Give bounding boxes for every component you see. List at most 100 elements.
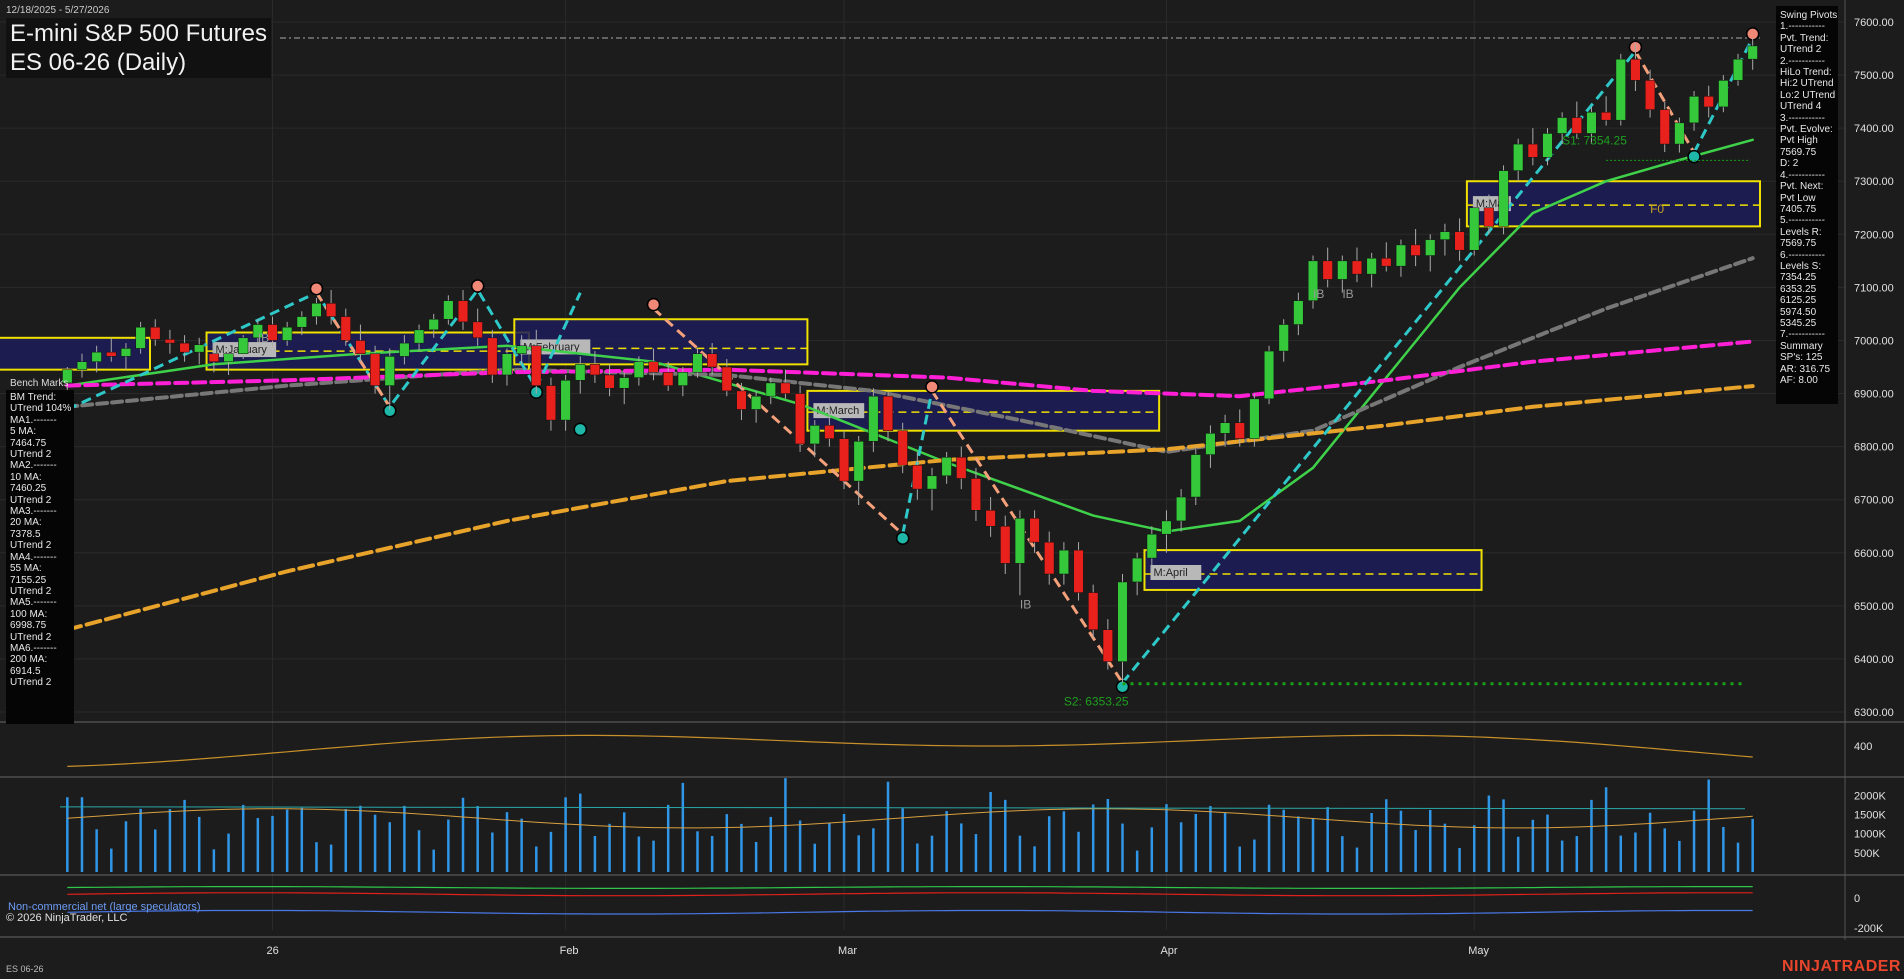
right-panel-line: Pvt High xyxy=(1780,135,1818,147)
candle-body xyxy=(1249,398,1260,439)
support-level-label: S1: 7354.25 xyxy=(1562,133,1627,147)
right-panel-line: 6.----------- xyxy=(1780,249,1825,261)
right-panel-line: Swing Pivots xyxy=(1780,10,1838,21)
candle-body xyxy=(1439,231,1451,240)
right-panel-line: 1.----------- xyxy=(1780,21,1825,33)
right-panel-line: AR: 316.75 xyxy=(1780,363,1831,375)
candle-body xyxy=(1088,592,1099,630)
left-panel-line: BM Trend: xyxy=(10,392,57,403)
candle-body xyxy=(956,456,967,479)
right-panel-line: UTrend 2 xyxy=(1780,44,1822,56)
right-panel-line: Lo:2 UTrend xyxy=(1780,89,1836,101)
left-panel-line: 6998.75 xyxy=(10,620,47,632)
candle-body xyxy=(941,456,952,477)
right-panel-line: 7405.75 xyxy=(1780,203,1817,215)
candle-body xyxy=(1601,111,1612,121)
left-panel-line: MA5.------- xyxy=(10,597,57,609)
candle-body xyxy=(1483,207,1494,227)
candle-body xyxy=(487,337,498,376)
candle-body xyxy=(736,390,747,410)
candle-body xyxy=(516,345,527,354)
candle-body xyxy=(1630,58,1641,81)
left-panel-line: 5 MA: xyxy=(10,426,37,438)
candle-body xyxy=(589,364,600,376)
price-tick-label: 6300.00 xyxy=(1854,707,1894,719)
candle-body xyxy=(413,329,425,344)
candle-body xyxy=(384,356,395,386)
left-panel-line: 20 MA: xyxy=(10,517,42,529)
candle-body xyxy=(970,478,982,511)
candle-body xyxy=(531,345,542,386)
bench-marks-panel: BM Trend: UTrend 104% MA1.------- 5 MA: 7464… xyxy=(6,390,74,724)
candle-body xyxy=(1513,143,1524,171)
right-panel-line: D: 2 xyxy=(1780,158,1799,170)
left-panel-line: UTrend 2 xyxy=(10,449,52,461)
candle-body xyxy=(1703,96,1714,108)
candle-body xyxy=(1146,533,1157,559)
candle-body xyxy=(326,303,337,317)
candle-body xyxy=(1395,244,1407,267)
price-tick-label: 6800.00 xyxy=(1854,442,1894,454)
candle-body xyxy=(1234,422,1245,439)
candle-body xyxy=(1615,58,1626,121)
candle-body xyxy=(355,340,366,354)
right-panel-line: AF: 8.00 xyxy=(1780,375,1818,386)
candle-body xyxy=(721,366,732,392)
candle-body xyxy=(751,395,762,410)
candle-body xyxy=(663,372,674,386)
candle-body xyxy=(1557,117,1568,134)
candle-body xyxy=(868,395,879,442)
candle-body xyxy=(223,353,234,362)
chart-subtitle: ES 06-26 (Daily) xyxy=(10,49,187,76)
candle-body xyxy=(1747,45,1758,60)
pivot-high-marker xyxy=(646,297,661,312)
candle-body xyxy=(91,351,102,362)
right-panel-line: 6353.25 xyxy=(1780,283,1817,295)
pivot-low-marker xyxy=(895,531,910,545)
left-panel-line: 6914.5 xyxy=(10,665,41,677)
right-panel-line: HiLo Trend: xyxy=(1780,67,1832,79)
chart-annotation: F0 xyxy=(1650,202,1664,216)
left-panel-line: 10 MA: xyxy=(10,471,42,483)
candle-body xyxy=(296,316,307,328)
candle-body xyxy=(1205,433,1216,455)
price-tick-label: 6500.00 xyxy=(1854,601,1894,613)
candle-body xyxy=(1176,496,1187,522)
right-panel-line: Pvt. Trend: xyxy=(1780,32,1829,44)
candle-body xyxy=(399,342,410,357)
candle-body xyxy=(1571,117,1582,134)
candle-body xyxy=(575,364,586,381)
candle-body xyxy=(809,425,820,445)
left-panel-line: UTrend 2 xyxy=(10,540,52,552)
right-panel-line: 6125.25 xyxy=(1780,295,1817,307)
candle-body xyxy=(1659,109,1670,145)
candle-body xyxy=(1718,80,1729,108)
candle-body xyxy=(1190,454,1201,498)
candle-body xyxy=(853,441,864,482)
left-panel-line: 7378.5 xyxy=(10,528,41,540)
candle-body xyxy=(164,339,176,344)
price-tick-label: 6600.00 xyxy=(1854,548,1894,560)
candle-body xyxy=(106,351,117,357)
volume-tick-label: 2000K xyxy=(1854,790,1886,802)
left-panel-line: MA1.------- xyxy=(10,414,57,426)
candle-body xyxy=(340,316,351,341)
candle-body xyxy=(1044,541,1055,575)
candle-body xyxy=(795,393,806,445)
candle-body xyxy=(1454,231,1465,251)
candle-body xyxy=(765,382,776,397)
candle-body xyxy=(1527,143,1538,158)
price-tick-label: 7000.00 xyxy=(1854,335,1894,347)
left-panel-line: UTrend 2 xyxy=(10,631,52,643)
candle-body xyxy=(604,374,615,389)
candle-body xyxy=(179,342,190,353)
price-tick-label: 6900.00 xyxy=(1854,389,1894,401)
time-tick-label: Mar xyxy=(838,945,857,957)
left-panel-line: 7155.25 xyxy=(10,574,47,586)
candle-body xyxy=(1351,260,1363,275)
candle-body xyxy=(443,300,454,320)
candle-body xyxy=(311,303,322,317)
candle-body xyxy=(780,382,791,394)
candle-body xyxy=(208,353,219,362)
candle-body xyxy=(1542,133,1553,158)
